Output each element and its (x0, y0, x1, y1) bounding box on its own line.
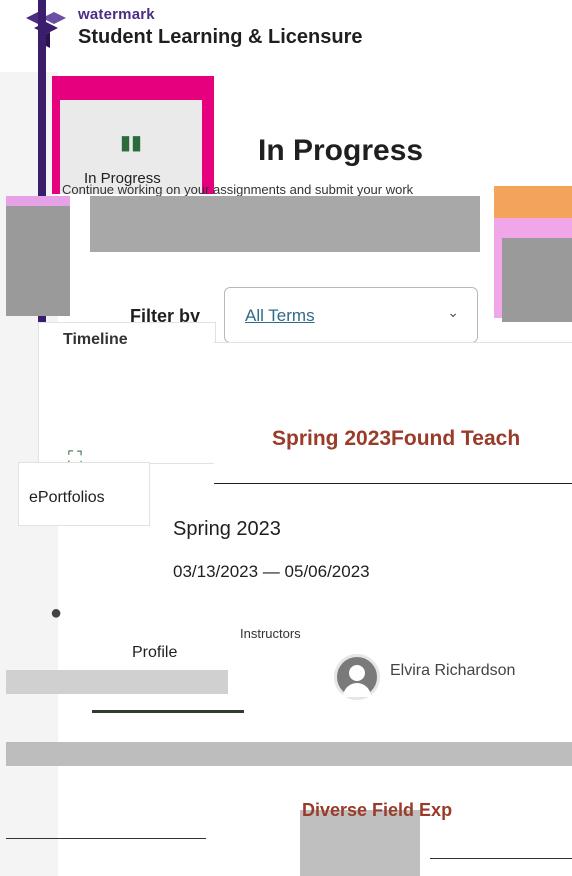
watermark-logo-icon (26, 12, 66, 48)
instructors-label: Instructors (240, 626, 301, 641)
avatar-head (349, 665, 365, 681)
avatar (334, 654, 380, 700)
next-course-title-link[interactable]: Diverse Field Exp (302, 800, 452, 821)
product-name: Student Learning & Licensure (78, 26, 363, 48)
app-page: watermark Student Learning & Licensure ▮… (0, 0, 572, 876)
term-filter-value: All Terms (245, 306, 315, 325)
course-dates: 03/13/2023 — 05/06/2023 (173, 562, 370, 581)
instructor-name: Elvira Richardson (390, 662, 516, 679)
nav-item-in-progress-panel: ▮▮ In Progress (60, 100, 202, 194)
book-icon: ▮▮ (120, 132, 143, 154)
course-divider (214, 483, 572, 484)
nav-item-in-progress[interactable]: ▮▮ In Progress (52, 76, 214, 194)
nav-item-profile-label: Profile (132, 644, 178, 661)
page-title: In Progress (258, 134, 424, 167)
course-term: Spring 2023 (173, 518, 281, 540)
decorative-band (6, 742, 572, 766)
decorative-rule (430, 858, 572, 859)
brand-name: watermark (78, 6, 155, 23)
person-icon: ● (50, 602, 63, 624)
decorative-band (6, 206, 70, 316)
course-card[interactable]: Spring 2023Found Teach (214, 342, 572, 493)
decorative-band (494, 186, 572, 220)
avatar-body (343, 683, 371, 697)
nav-item-eportfolios-label: ePortfolios (29, 489, 105, 506)
decorative-band (502, 238, 572, 322)
nav-item-eportfolios[interactable]: ePortfolios (18, 462, 150, 526)
top-header: watermark Student Learning & Licensure (0, 0, 572, 72)
course-title-link[interactable]: Spring 2023Found Teach (272, 427, 520, 451)
nav-item-timeline[interactable]: Timeline (38, 322, 216, 464)
decorative-band (90, 196, 480, 252)
term-filter-select[interactable]: All Terms ⌄ (224, 287, 478, 343)
chevron-down-icon: ⌄ (447, 304, 459, 320)
decorative-rule (6, 838, 206, 839)
nav-item-timeline-label: Timeline (63, 331, 128, 348)
decorative-band (6, 670, 228, 694)
